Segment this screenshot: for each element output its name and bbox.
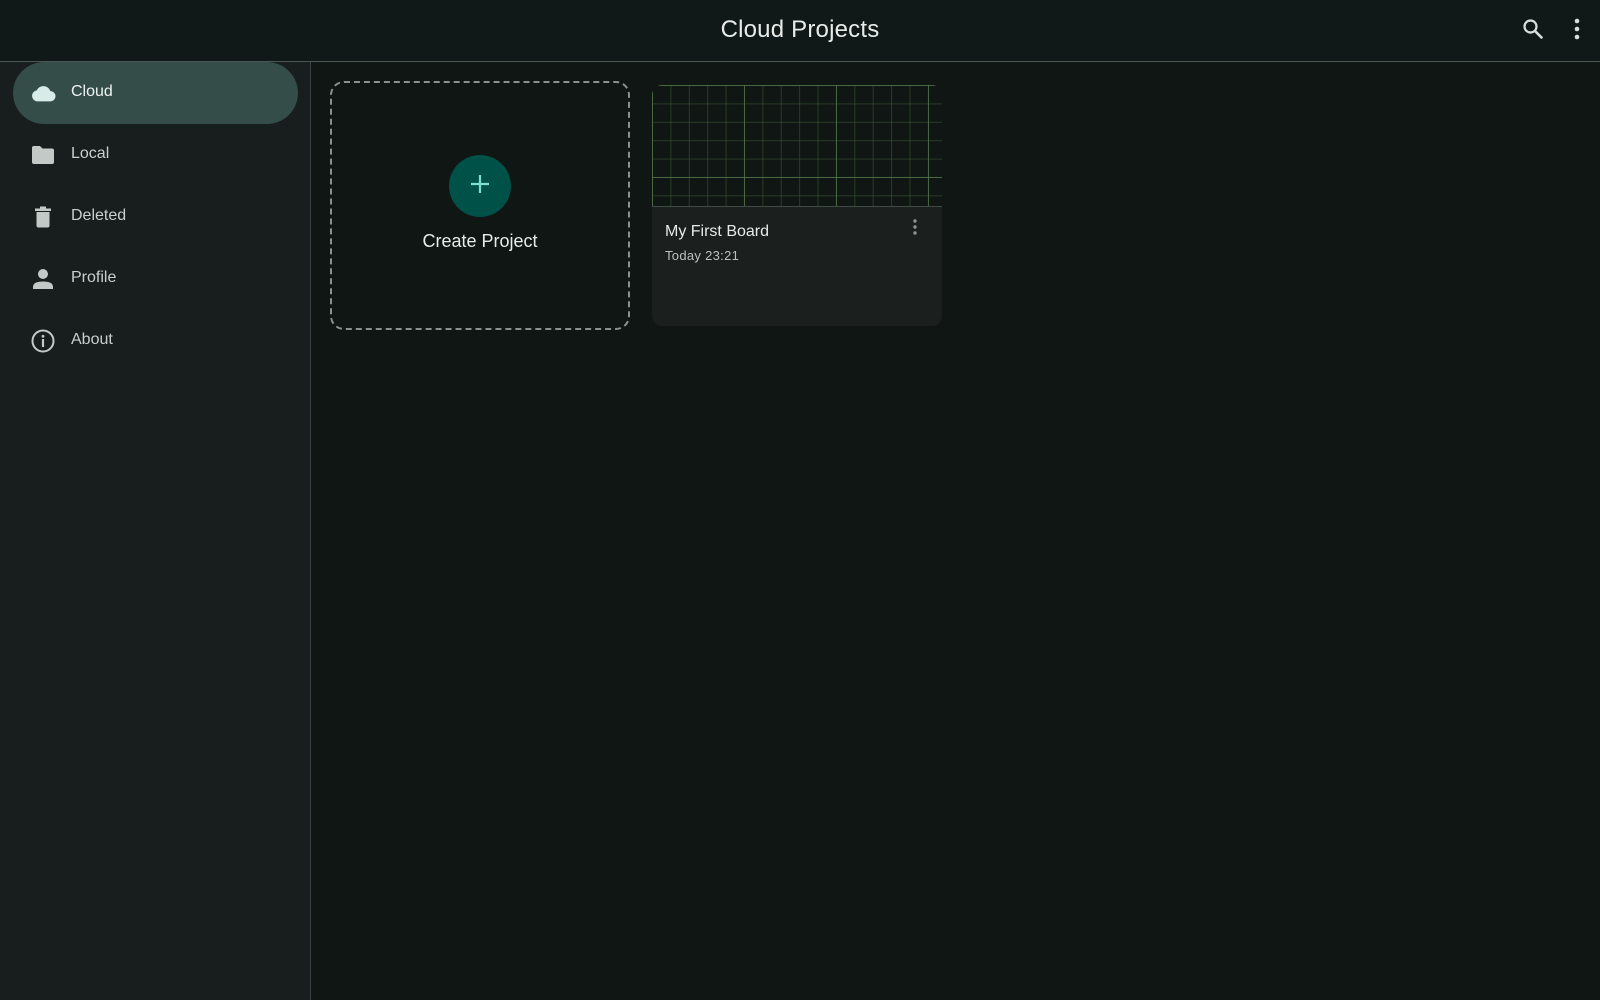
sidebar-item-deleted[interactable]: Deleted bbox=[13, 186, 298, 248]
more-vert-icon bbox=[1573, 18, 1581, 45]
sidebar-item-label: Profile bbox=[71, 269, 117, 286]
project-title: My First Board bbox=[665, 223, 770, 240]
sidebar-item-about[interactable]: About bbox=[13, 310, 298, 372]
create-project-button[interactable] bbox=[449, 155, 511, 217]
sidebar-item-label: Cloud bbox=[71, 83, 113, 100]
create-project-card[interactable]: Create Project bbox=[330, 81, 630, 330]
person-icon bbox=[30, 266, 56, 292]
top-app-bar: Cloud Projects bbox=[0, 0, 1600, 62]
more-vert-icon bbox=[912, 218, 918, 240]
create-project-label: Create Project bbox=[422, 231, 538, 251]
project-menu-button[interactable] bbox=[902, 215, 928, 243]
navigation-drawer: Cloud Local Deleted Profile About bbox=[0, 62, 311, 1000]
sidebar-item-local[interactable]: Local bbox=[13, 124, 298, 186]
plus-icon bbox=[469, 173, 491, 200]
search-icon bbox=[1521, 17, 1545, 46]
sidebar-item-label: Deleted bbox=[71, 207, 127, 224]
sidebar-item-label: About bbox=[71, 331, 113, 348]
project-thumbnail bbox=[652, 85, 942, 207]
sidebar-item-cloud[interactable]: Cloud bbox=[13, 62, 298, 124]
app-window: Cloud Projects Cloud Local Deleted Profi… bbox=[0, 0, 1600, 1000]
more-options-button[interactable] bbox=[1560, 14, 1594, 48]
search-button[interactable] bbox=[1516, 14, 1550, 48]
sidebar-item-label: Local bbox=[71, 145, 110, 162]
project-card[interactable]: My First Board Today 23:21 bbox=[652, 85, 942, 326]
trash-icon bbox=[30, 204, 56, 230]
cloud-icon bbox=[30, 80, 56, 106]
sidebar-item-profile[interactable]: Profile bbox=[13, 248, 298, 310]
folder-icon bbox=[30, 142, 56, 168]
info-icon bbox=[30, 328, 56, 354]
page-title: Cloud Projects bbox=[720, 16, 880, 43]
projects-grid: Create Project My First Board Today 23:2… bbox=[312, 63, 1600, 1000]
project-modified-date: Today 23:21 bbox=[665, 248, 740, 263]
